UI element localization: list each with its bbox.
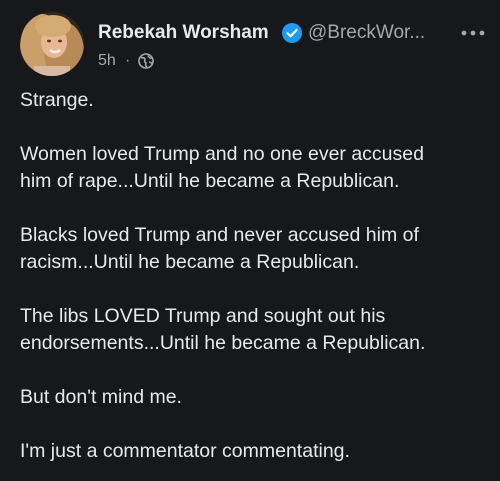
post-paragraph: But don't mind me. (20, 384, 490, 411)
more-options-icon[interactable] (460, 24, 486, 42)
author-handle[interactable]: @BreckWor... (308, 20, 425, 46)
post-paragraph: Strange. (20, 87, 490, 114)
globe-icon (138, 53, 154, 69)
author-avatar[interactable] (20, 12, 84, 76)
post-paragraph: The libs LOVED Trump and sought out his … (20, 303, 490, 357)
post-text-line: Blacks loved Trump and never accused him… (20, 224, 419, 246)
post-paragraph: Blacks loved Trump and never accused him… (20, 222, 490, 276)
meta-separator: · (125, 52, 131, 69)
post-header: Rebekah Worsham @BreckWor... (98, 20, 500, 46)
post-paragraph: I'm just a commentator commentating. (20, 438, 490, 465)
post-body: Strange. Women loved Trump and no one ev… (20, 87, 490, 465)
post-paragraph: Women loved Trump and no one ever accuse… (20, 141, 490, 195)
post-text-line: racism...Until he became a Republican. (20, 251, 360, 273)
post-card: Rebekah Worsham @BreckWor... 5h · Strang… (0, 0, 500, 481)
post-text-line: But don't mind me. (20, 386, 182, 408)
post-text-line: The libs LOVED Trump and sought out his (20, 305, 386, 327)
post-timestamp[interactable]: 5h (98, 50, 116, 72)
author-name[interactable]: Rebekah Worsham (98, 20, 269, 46)
post-text-line: endorsements...Until he became a Republi… (20, 332, 426, 354)
post-text-line: him of rape...Until he became a Republic… (20, 170, 400, 192)
verified-badge-icon (282, 23, 302, 43)
avatar-photo (20, 12, 84, 76)
post-text-line: I'm just a commentator commentating. (20, 440, 350, 462)
post-text-line: Women loved Trump and no one ever accuse… (20, 143, 424, 165)
post-text-line: Strange. (20, 89, 94, 111)
